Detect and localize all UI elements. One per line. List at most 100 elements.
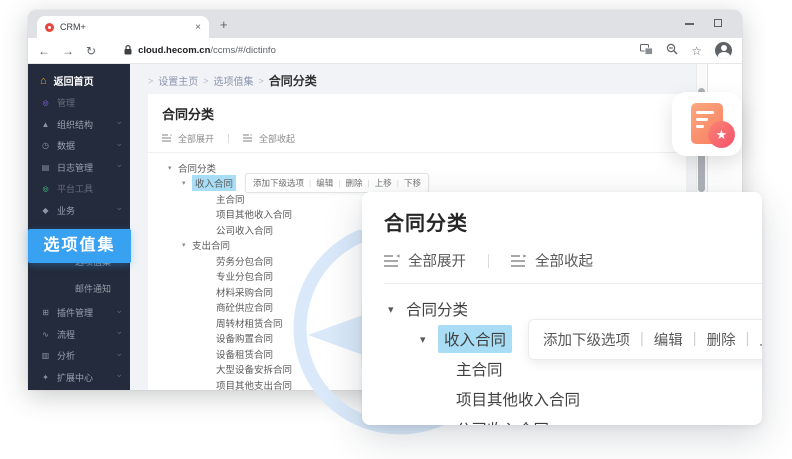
tree-item-label: 项目其他收入合同 bbox=[216, 207, 292, 221]
tree-collapse-arrow-icon[interactable]: ▾ bbox=[420, 333, 438, 346]
collapse-all-button[interactable]: 全部收起 bbox=[259, 132, 295, 145]
collapse-all-icon bbox=[243, 134, 253, 143]
doc-line bbox=[696, 125, 704, 128]
sidebar-item[interactable]: ▤ 日志管理 ⌄ bbox=[28, 157, 130, 179]
bookmark-star-icon[interactable]: ☆ bbox=[691, 44, 702, 58]
toolbar-divider: | bbox=[746, 331, 750, 347]
toolbar-divider: | bbox=[693, 331, 697, 347]
zoom-overlay-panel: 合同分类 全部展开 全部收起 ▾ 合同分类 ▾ bbox=[362, 192, 762, 425]
browser-tab[interactable]: CRM+ × bbox=[37, 16, 209, 38]
tree-action-1[interactable]: 编辑 bbox=[316, 177, 333, 189]
toolbar-divider: | bbox=[309, 178, 311, 188]
tree-collapse-arrow-icon[interactable]: ▾ bbox=[168, 164, 178, 172]
tree-action-4[interactable]: 下移 bbox=[404, 177, 421, 189]
breadcrumb-item[interactable]: 设置主页 bbox=[158, 73, 198, 88]
tree-collapse-arrow-icon[interactable]: ▾ bbox=[182, 179, 192, 187]
callout-option-value-set[interactable]: 选项值集 bbox=[28, 229, 131, 263]
tree-action-0[interactable]: 添加下级选项 bbox=[253, 177, 304, 189]
sidebar-item[interactable]: ⊞ 插件管理 ⌄ bbox=[28, 302, 130, 324]
tree-item-label: 周转材租赁合同 bbox=[216, 316, 283, 330]
sidebar-item-icon: ◎ bbox=[40, 99, 51, 107]
sidebar-item-icon: ▥ bbox=[40, 351, 51, 360]
tree-item-label: 合同分类 bbox=[178, 161, 216, 175]
sidebar-item[interactable]: ◷ 数据 ⌄ bbox=[28, 135, 130, 157]
chevron-down-icon: ⌄ bbox=[115, 138, 123, 149]
tree-item-label: 支出合同 bbox=[192, 238, 230, 252]
sidebar-item-icon: ∿ bbox=[40, 330, 51, 339]
url-domain: cloud.hecom.cn bbox=[138, 45, 210, 56]
breadcrumb-separator: > bbox=[259, 76, 264, 86]
tree-collapse-arrow-icon[interactable]: ▾ bbox=[182, 241, 192, 249]
sidebar-item-label: 业务 bbox=[57, 204, 75, 217]
collapse-all-button[interactable]: 全部收起 bbox=[535, 250, 593, 271]
doc-line bbox=[696, 118, 708, 121]
sidebar-home-label: 返回首页 bbox=[54, 73, 94, 88]
breadcrumb-separator: > bbox=[203, 76, 208, 86]
reload-icon[interactable]: ↻ bbox=[86, 44, 96, 58]
sidebar-item[interactable]: 邮件通知 ⌄ bbox=[28, 275, 130, 302]
tab-title: CRM+ bbox=[60, 22, 189, 32]
tree-row[interactable]: ▾ 公司收入合同 bbox=[384, 414, 762, 425]
tree-item-label: 收入合同 bbox=[192, 175, 236, 191]
back-icon[interactable]: ← bbox=[38, 44, 50, 58]
sidebar-item-label: 流程 bbox=[57, 328, 75, 341]
sidebar-item-icon: ◆ bbox=[40, 206, 51, 215]
overlay-title: 合同分类 bbox=[384, 207, 762, 236]
tree-action-3[interactable]: 上移 bbox=[375, 177, 392, 189]
sidebar: ⌂ 返回首页 ◎ 管理 ⌄ ▲ 组织结构 bbox=[28, 64, 130, 390]
breadcrumb-item[interactable]: 合同分类 bbox=[269, 72, 317, 89]
tree-action-1[interactable]: 编辑 bbox=[654, 329, 683, 350]
expand-all-button[interactable]: 全部展开 bbox=[178, 132, 214, 145]
new-tab-button[interactable]: + bbox=[220, 17, 228, 32]
expand-all-icon bbox=[162, 134, 172, 143]
sidebar-item-label: 平台工具 bbox=[57, 182, 93, 195]
sidebar-item-label: 插件管理 bbox=[57, 306, 93, 319]
tree-collapse-arrow-icon[interactable]: ▾ bbox=[388, 303, 406, 316]
tree-action-3[interactable]: 上移 bbox=[759, 329, 762, 350]
sidebar-item[interactable]: ∿ 流程 ⌄ bbox=[28, 324, 130, 346]
expand-all-icon bbox=[384, 254, 400, 268]
breadcrumb: > 设置主页 > 选项值集 > 合同分类 bbox=[148, 72, 317, 89]
sidebar-item[interactable]: ◎ 平台工具 ⌄ bbox=[28, 178, 130, 200]
sidebar-item-icon: ◎ bbox=[40, 185, 51, 193]
chevron-down-icon: ⌄ bbox=[115, 305, 123, 316]
overlay-tree-controls: 全部展开 全部收起 bbox=[384, 250, 762, 284]
tree-item-label: 劳务分包合同 bbox=[216, 254, 273, 268]
sidebar-item[interactable]: ◎ 管理 ⌄ bbox=[28, 92, 130, 114]
home-icon: ⌂ bbox=[40, 75, 47, 87]
sidebar-home-item[interactable]: ⌂ 返回首页 bbox=[28, 69, 130, 92]
window-maximize-button[interactable] bbox=[714, 19, 722, 27]
sidebar-item[interactable]: ▲ 组织结构 ⌄ bbox=[28, 114, 130, 136]
tree-action-2[interactable]: 删除 bbox=[707, 329, 736, 350]
tree-action-2[interactable]: 删除 bbox=[345, 177, 362, 189]
breadcrumb-item[interactable]: 选项值集 bbox=[214, 73, 254, 88]
sidebar-item-label: 日志管理 bbox=[57, 161, 93, 174]
zoom-out-icon[interactable] bbox=[666, 42, 678, 60]
sidebar-item-label: 扩展中心 bbox=[57, 371, 93, 384]
chevron-down-icon: ⌄ bbox=[115, 348, 123, 359]
tree-row[interactable]: ▾ 收入合同 添加下级选项|编辑|删除|上移|下移 bbox=[162, 176, 672, 192]
chevron-down-icon: ⌄ bbox=[115, 202, 123, 213]
sidebar-item[interactable]: ▥ 分析 ⌄ bbox=[28, 345, 130, 367]
chevron-down-icon: ⌄ bbox=[115, 326, 123, 337]
profile-avatar[interactable] bbox=[715, 42, 732, 59]
sidebar-item-label: 分析 bbox=[57, 349, 75, 362]
sidebar-item-label: 组织结构 bbox=[57, 118, 93, 131]
window-minimize-button[interactable] bbox=[685, 23, 694, 25]
tree-row[interactable]: ▾ 收入合同 添加下级选项|编辑|删除|上移|下移 bbox=[384, 324, 762, 354]
tree-row[interactable]: ▾ 项目其他收入合同 bbox=[384, 384, 762, 414]
star-badge-icon: ★ bbox=[708, 121, 735, 148]
sidebar-item[interactable]: ◆ 业务 ⌄ bbox=[28, 200, 130, 222]
url-field[interactable]: cloud.hecom.cn/ccms/#/dictinfo bbox=[138, 45, 276, 56]
expand-all-button[interactable]: 全部展开 bbox=[408, 250, 466, 271]
star-icon: ★ bbox=[716, 127, 728, 143]
tab-close-icon[interactable]: × bbox=[195, 22, 201, 33]
forward-icon[interactable]: → bbox=[62, 44, 74, 58]
feature-sticker: ★ bbox=[672, 92, 742, 156]
tree-item-label: 设备购置合同 bbox=[216, 331, 273, 345]
sidebar-item-label: 管理 bbox=[57, 96, 75, 109]
tree-action-0[interactable]: 添加下级选项 bbox=[543, 329, 630, 350]
sidebar-item[interactable]: ✦ 扩展中心 ⌄ bbox=[28, 367, 130, 389]
sidebar-item-icon: ⊞ bbox=[40, 308, 51, 317]
send-to-devices-icon[interactable] bbox=[640, 42, 653, 60]
